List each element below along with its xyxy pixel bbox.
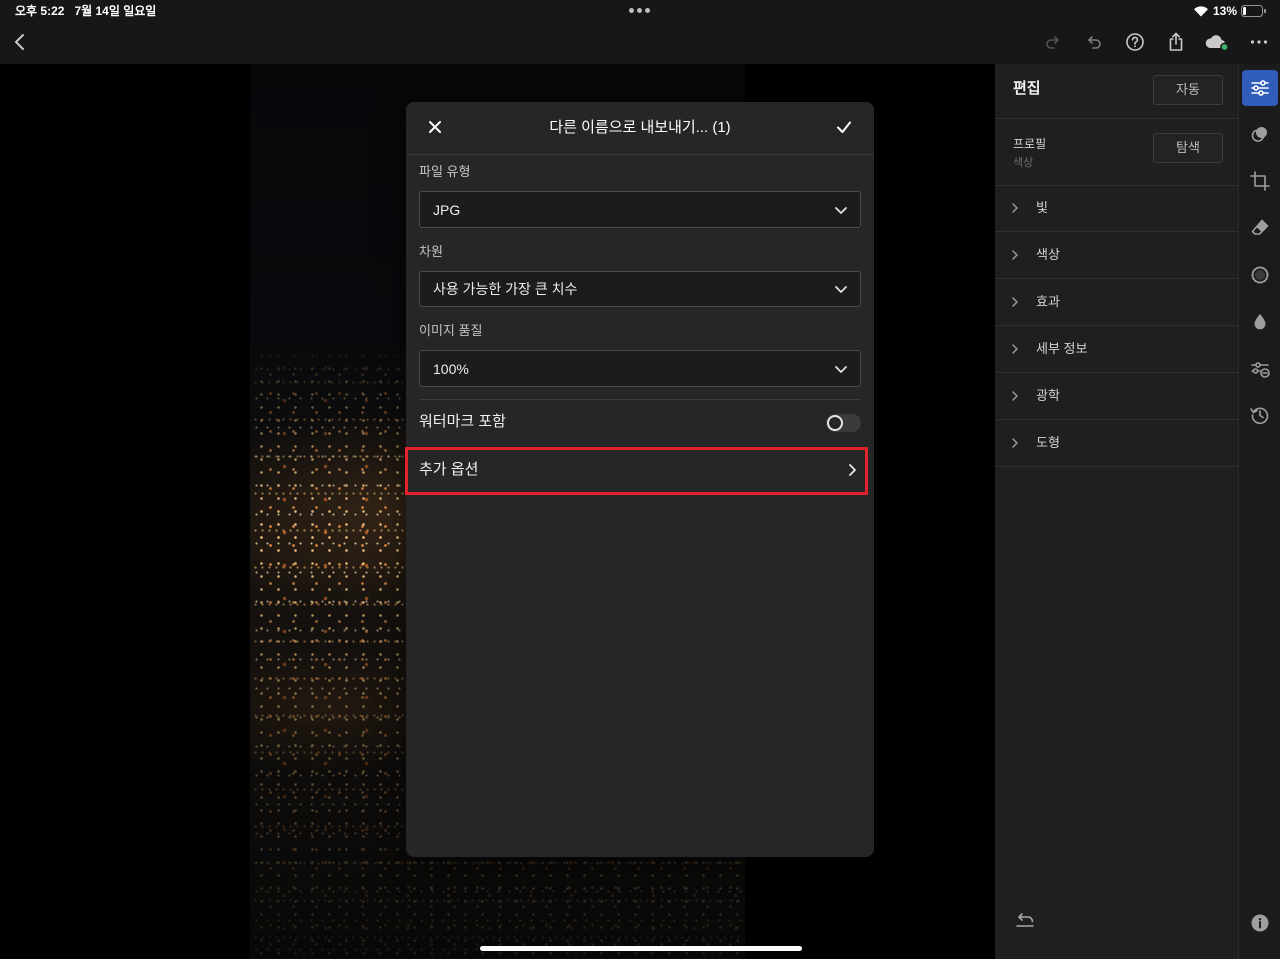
section-label: 색상: [1036, 247, 1060, 262]
edit-sections: 빛 색상 효과 세부 정보 광학 도형: [995, 185, 1238, 467]
presets-icon: [1251, 362, 1270, 378]
reset-button[interactable]: [1013, 909, 1037, 933]
section-geometry[interactable]: 도형: [995, 420, 1238, 467]
home-indicator[interactable]: [480, 946, 802, 951]
chevron-down-icon: [835, 206, 847, 214]
share-icon: [1169, 32, 1183, 51]
quality-label: 이미지 품질: [419, 323, 483, 338]
top-bar: 오후 5:22 7월 14일 일요일 13%: [0, 0, 1280, 64]
share-button[interactable]: [1160, 26, 1192, 58]
undo-icon: [1088, 36, 1101, 49]
multitasking-dots-icon[interactable]: [629, 8, 651, 14]
cloud-sync-icon: [1205, 35, 1229, 52]
help-icon: [1126, 33, 1144, 51]
info-button[interactable]: [1242, 905, 1278, 941]
confirm-button[interactable]: [830, 113, 858, 141]
dimensions-label: 차원: [419, 244, 443, 259]
wifi-icon: [1193, 6, 1208, 17]
checkmark-icon: [837, 121, 851, 133]
chevron-right-icon: [1012, 297, 1018, 307]
chevron-right-icon: [1012, 391, 1018, 401]
file-type-select[interactable]: JPG: [419, 191, 861, 228]
export-as-dialog: 다른 이름으로 내보내기... (1) 파일 유형 JPG 차원 사용 가능한 …: [405, 102, 874, 857]
file-type-label: 파일 유형: [419, 164, 471, 179]
status-time: 오후 5:22: [15, 4, 65, 18]
dialog-title: 다른 이름으로 내보내기... (1): [549, 119, 731, 136]
watermark-label: 워터마크 포함: [419, 413, 506, 430]
more-options-label: 추가 옵션: [419, 461, 479, 478]
section-label: 세부 정보: [1036, 341, 1088, 356]
chevron-right-icon: [1012, 438, 1018, 448]
section-label: 도형: [1036, 435, 1060, 450]
redo-button[interactable]: [1037, 26, 1069, 58]
screen: 오후 5:22 7월 14일 일요일 13% 편집 자동 프로필 색상 탐색 빛…: [0, 0, 1280, 959]
reset-icon: [1016, 913, 1034, 927]
section-label: 빛: [1036, 200, 1048, 215]
section-color[interactable]: 색상: [995, 232, 1238, 279]
battery-icon: [1241, 5, 1266, 17]
section-detail[interactable]: 세부 정보: [995, 326, 1238, 373]
section-label: 광학: [1036, 388, 1060, 403]
close-icon: [429, 121, 441, 133]
panel-divider: [995, 118, 1238, 119]
file-type-value: JPG: [433, 201, 461, 218]
tool-strip: [1238, 64, 1280, 959]
dimensions-value: 사용 가능한 가장 큰 치수: [433, 281, 578, 297]
chevron-down-icon: [835, 286, 847, 293]
dimensions-select[interactable]: 사용 가능한 가장 큰 치수: [419, 271, 861, 307]
blur-icon: [1254, 314, 1266, 330]
tool-history-button[interactable]: [1242, 397, 1278, 433]
healing-icon: [1251, 219, 1269, 235]
chevron-down-icon: [835, 365, 847, 373]
watermark-toggle[interactable]: [826, 414, 861, 432]
chevron-right-icon: [1012, 344, 1018, 354]
tool-masking-button[interactable]: [1242, 116, 1278, 152]
history-icon: [1250, 407, 1269, 425]
more-icon: [1250, 40, 1268, 44]
crop-icon: [1250, 171, 1270, 191]
section-effects[interactable]: 효과: [995, 279, 1238, 326]
tool-blur-button[interactable]: [1242, 304, 1278, 340]
redo-icon: [1046, 36, 1059, 49]
status-bar-left: 오후 5:22 7월 14일 일요일: [15, 3, 156, 19]
section-optics[interactable]: 광학: [995, 373, 1238, 420]
toggle-knob: [827, 415, 843, 431]
more-button[interactable]: [1243, 26, 1275, 58]
chevron-left-icon: [15, 34, 24, 50]
status-date: 7월 14일 일요일: [74, 4, 157, 18]
browse-profiles-button[interactable]: 탐색: [1153, 133, 1223, 163]
status-bar-right: 13%: [1193, 3, 1266, 19]
section-label: 효과: [1036, 294, 1060, 309]
selective-icon: [1251, 266, 1269, 284]
quality-select[interactable]: 100%: [419, 350, 861, 387]
masking-icon: [1251, 127, 1267, 142]
chevron-right-icon: [849, 464, 856, 476]
tool-edit-button[interactable]: [1242, 70, 1278, 106]
section-light[interactable]: 빛: [995, 185, 1238, 232]
profile-label: 프로필: [1013, 137, 1047, 151]
chevron-right-icon: [1012, 203, 1018, 213]
info-icon: [1251, 914, 1269, 932]
chevron-right-icon: [1012, 250, 1018, 260]
quality-value: 100%: [433, 360, 469, 377]
panel-title: 편집: [1013, 80, 1041, 97]
edit-panel: 편집 자동 프로필 색상 탐색 빛 색상 효과 세부 정보 광학 도형: [995, 64, 1238, 959]
profile-value: 색상: [1013, 157, 1034, 169]
help-button[interactable]: [1119, 26, 1151, 58]
edit-icon: [1251, 80, 1269, 96]
close-button[interactable]: [421, 113, 449, 141]
auto-button[interactable]: 자동: [1153, 75, 1223, 105]
back-button[interactable]: [4, 26, 36, 58]
tool-healing-button[interactable]: [1242, 210, 1278, 246]
tool-presets-button[interactable]: [1242, 351, 1278, 387]
cloud-sync-button[interactable]: [1201, 26, 1233, 58]
tool-crop-button[interactable]: [1242, 163, 1278, 199]
dialog-divider: [419, 399, 861, 400]
undo-button[interactable]: [1078, 26, 1110, 58]
battery-percent: 13%: [1212, 4, 1237, 18]
tool-selective-button[interactable]: [1242, 257, 1278, 293]
dialog-header: 다른 이름으로 내보내기... (1): [406, 102, 874, 155]
more-options-row[interactable]: 추가 옵션: [406, 447, 868, 495]
